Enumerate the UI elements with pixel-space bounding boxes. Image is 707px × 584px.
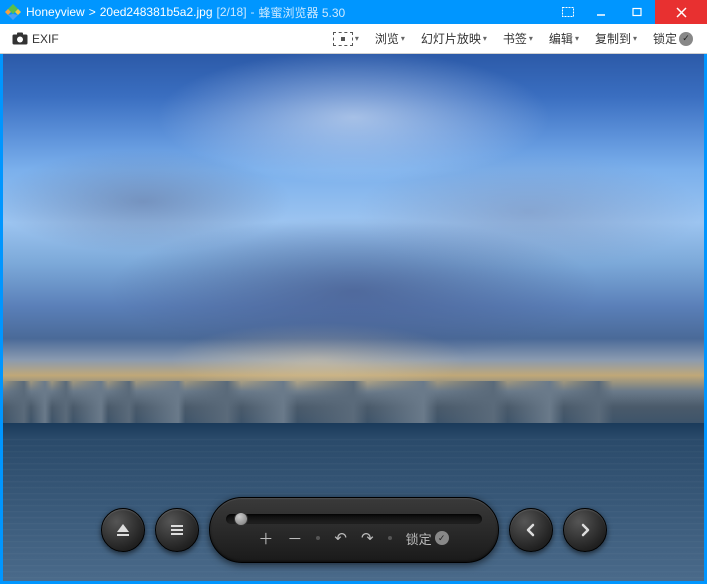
- title-app-name: Honeyview: [26, 5, 85, 19]
- exif-label: EXIF: [32, 32, 59, 46]
- copy-to-button[interactable]: 复制到 ▾: [589, 27, 643, 50]
- image-viewer[interactable]: ＋ － ↶ ↷ 锁定 ✓: [3, 54, 704, 581]
- floating-controls: ＋ － ↶ ↷ 锁定 ✓: [101, 497, 607, 563]
- maximize-button[interactable]: [619, 0, 655, 24]
- slideshow-label: 幻灯片放映: [421, 30, 481, 47]
- window-controls: [553, 0, 707, 24]
- bookmark-label: 书签: [503, 30, 527, 47]
- edit-button[interactable]: 编辑 ▾: [543, 27, 585, 50]
- separator-dot: [388, 536, 392, 540]
- chevron-down-icon: ▾: [483, 34, 487, 43]
- fit-icon: [333, 32, 353, 46]
- lock-button[interactable]: 锁定 ✓: [647, 27, 699, 50]
- edit-label: 编辑: [549, 30, 573, 47]
- separator-dot: [316, 536, 320, 540]
- title-filename: 20ed248381b5a2.jpg: [100, 5, 213, 19]
- close-button[interactable]: [655, 0, 707, 24]
- copy-to-label: 复制到: [595, 30, 631, 47]
- control-panel: ＋ － ↶ ↷ 锁定 ✓: [209, 497, 499, 563]
- browse-button[interactable]: 浏览 ▾: [369, 27, 411, 50]
- check-circle-icon: ✓: [679, 32, 693, 46]
- menu-button[interactable]: [155, 508, 199, 552]
- zoom-in-button[interactable]: ＋: [258, 528, 273, 549]
- zoom-slider[interactable]: [226, 514, 482, 524]
- title-position: [2/18]: [217, 5, 247, 19]
- slideshow-button[interactable]: 幻灯片放映 ▾: [415, 27, 493, 50]
- app-logo-icon: [4, 3, 22, 21]
- fullscreen-button[interactable]: [553, 0, 583, 24]
- chevron-down-icon: ▾: [355, 34, 359, 43]
- exif-button[interactable]: EXIF: [8, 30, 63, 48]
- browse-label: 浏览: [375, 30, 399, 47]
- rotate-ccw-icon: ↶: [334, 529, 347, 547]
- next-button[interactable]: [563, 508, 607, 552]
- toolbar: EXIF ▾ 浏览 ▾ 幻灯片放映 ▾ 书签 ▾ 编辑 ▾ 复制到 ▾ 锁定: [0, 24, 707, 54]
- plus-icon: ＋: [258, 528, 273, 549]
- minimize-button[interactable]: [583, 0, 619, 24]
- title-dash: -: [251, 5, 255, 19]
- bookmark-button[interactable]: 书签 ▾: [497, 27, 539, 50]
- check-circle-icon: ✓: [435, 531, 449, 545]
- rotate-left-button[interactable]: ↶: [334, 529, 347, 547]
- lock-label: 锁定: [653, 30, 677, 47]
- title-app-full: 蜂蜜浏览器 5.30: [259, 4, 346, 21]
- eject-button[interactable]: [101, 508, 145, 552]
- fit-mode-button[interactable]: ▾: [327, 29, 365, 49]
- chevron-down-icon: ▾: [633, 34, 637, 43]
- panel-lock-label: 锁定: [406, 529, 432, 548]
- titlebar: Honeyview > 20ed248381b5a2.jpg [2/18] - …: [0, 0, 707, 24]
- rotate-right-button[interactable]: ↷: [361, 529, 374, 547]
- camera-icon: [12, 32, 28, 45]
- minus-icon: －: [287, 528, 302, 549]
- panel-lock-button[interactable]: 锁定 ✓: [406, 529, 449, 548]
- chevron-down-icon: ▾: [401, 34, 405, 43]
- slider-thumb[interactable]: [234, 512, 248, 526]
- chevron-down-icon: ▾: [575, 34, 579, 43]
- window-title: Honeyview > 20ed248381b5a2.jpg [2/18] - …: [26, 4, 553, 21]
- previous-button[interactable]: [509, 508, 553, 552]
- zoom-out-button[interactable]: －: [287, 528, 302, 549]
- rotate-cw-icon: ↷: [361, 529, 374, 547]
- title-separator: >: [89, 5, 96, 19]
- chevron-down-icon: ▾: [529, 34, 533, 43]
